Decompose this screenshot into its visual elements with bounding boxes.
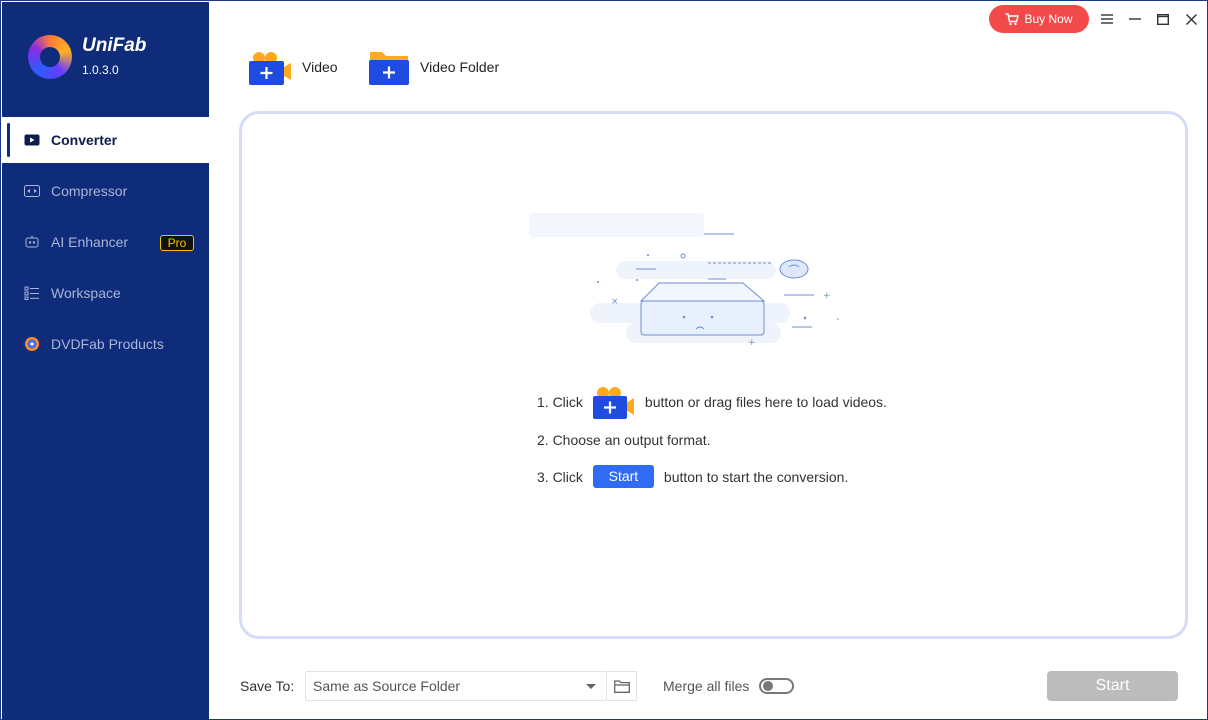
svg-text:×: × bbox=[611, 297, 619, 307]
pro-badge: Pro bbox=[160, 235, 194, 251]
video-label: Video bbox=[302, 59, 338, 75]
save-to-label: Save To: bbox=[240, 678, 295, 694]
add-video-button[interactable]: Video bbox=[248, 45, 338, 89]
browse-folder-button[interactable] bbox=[607, 671, 637, 701]
sidebar-item-label: DVDFab Products bbox=[51, 336, 164, 352]
dvdfab-icon bbox=[24, 337, 40, 351]
app-name: UniFab bbox=[82, 35, 147, 56]
merge-all-files-label: Merge all files bbox=[663, 678, 750, 694]
svg-text:+: + bbox=[823, 291, 831, 301]
sidebar: UniFab 1.0.3.0 Converter Compressor AI E… bbox=[2, 2, 209, 720]
merge-all-files-toggle[interactable] bbox=[759, 678, 794, 694]
buy-now-label: Buy Now bbox=[1024, 12, 1073, 26]
add-video-folder-button[interactable]: Video Folder bbox=[368, 45, 499, 89]
maximize-icon bbox=[1157, 13, 1169, 25]
instruction-step-3: 3. Click Start button to start the conve… bbox=[537, 465, 848, 488]
sidebar-item-label: AI Enhancer bbox=[51, 234, 129, 250]
hamburger-icon bbox=[1101, 14, 1113, 24]
sidebar-item-label: Compressor bbox=[51, 183, 128, 199]
chevron-down-icon bbox=[586, 684, 596, 689]
save-to-value: Same as Source Folder bbox=[313, 678, 461, 694]
video-folder-label: Video Folder bbox=[420, 59, 500, 75]
app-window: UniFab 1.0.3.0 Converter Compressor AI E… bbox=[0, 0, 1208, 720]
buy-now-button[interactable]: Buy Now bbox=[989, 5, 1089, 33]
instruction-step-2: 2. Choose an output format. bbox=[537, 432, 711, 448]
add-video-icon bbox=[249, 52, 291, 85]
compress-icon bbox=[24, 184, 40, 198]
drop-zone[interactable] bbox=[239, 111, 1188, 639]
maximize-button[interactable] bbox=[1153, 9, 1173, 29]
sidebar-item-dvdfab-products[interactable]: DVDFab Products bbox=[2, 321, 209, 367]
folder-icon bbox=[613, 679, 630, 693]
menu-button[interactable] bbox=[1097, 9, 1117, 29]
app-version: 1.0.3.0 bbox=[82, 63, 119, 77]
sidebar-item-label: Converter bbox=[51, 132, 118, 148]
cart-icon bbox=[1005, 12, 1020, 25]
sidebar-header: UniFab 1.0.3.0 bbox=[2, 2, 209, 117]
robot-icon bbox=[24, 235, 40, 249]
sidebar-item-compressor[interactable]: Compressor bbox=[2, 168, 209, 214]
play-icon bbox=[24, 133, 40, 147]
step3-prefix: 3. Click bbox=[537, 468, 583, 485]
add-folder-icon bbox=[369, 52, 409, 85]
empty-box-illustration: × + + bbox=[529, 213, 839, 348]
svg-text:+: + bbox=[748, 338, 756, 348]
minimize-button[interactable] bbox=[1125, 9, 1145, 29]
sidebar-item-ai-enhancer[interactable]: AI Enhancer Pro bbox=[2, 219, 209, 265]
unifab-logo-icon bbox=[28, 35, 72, 79]
step1-suffix: button or drag files here to load videos… bbox=[644, 394, 887, 410]
toggle-knob bbox=[763, 681, 773, 691]
minimize-icon bbox=[1129, 18, 1141, 20]
sidebar-item-workspace[interactable]: Workspace bbox=[2, 270, 209, 316]
start-chip: Start bbox=[592, 465, 654, 488]
list-icon bbox=[24, 286, 40, 300]
close-button[interactable] bbox=[1181, 9, 1201, 29]
instruction-step-1: 1. Click button or drag files here to lo… bbox=[537, 384, 887, 420]
sidebar-item-converter[interactable]: Converter bbox=[2, 117, 209, 163]
add-video-icon bbox=[592, 387, 634, 419]
close-icon bbox=[1185, 13, 1197, 25]
step3-suffix: button to start the conversion. bbox=[663, 468, 849, 485]
step1-prefix: 1. Click bbox=[537, 394, 583, 410]
save-to-select[interactable]: Same as Source Folder bbox=[305, 671, 607, 701]
start-button[interactable]: Start bbox=[1047, 671, 1178, 701]
sidebar-item-label: Workspace bbox=[51, 285, 121, 301]
